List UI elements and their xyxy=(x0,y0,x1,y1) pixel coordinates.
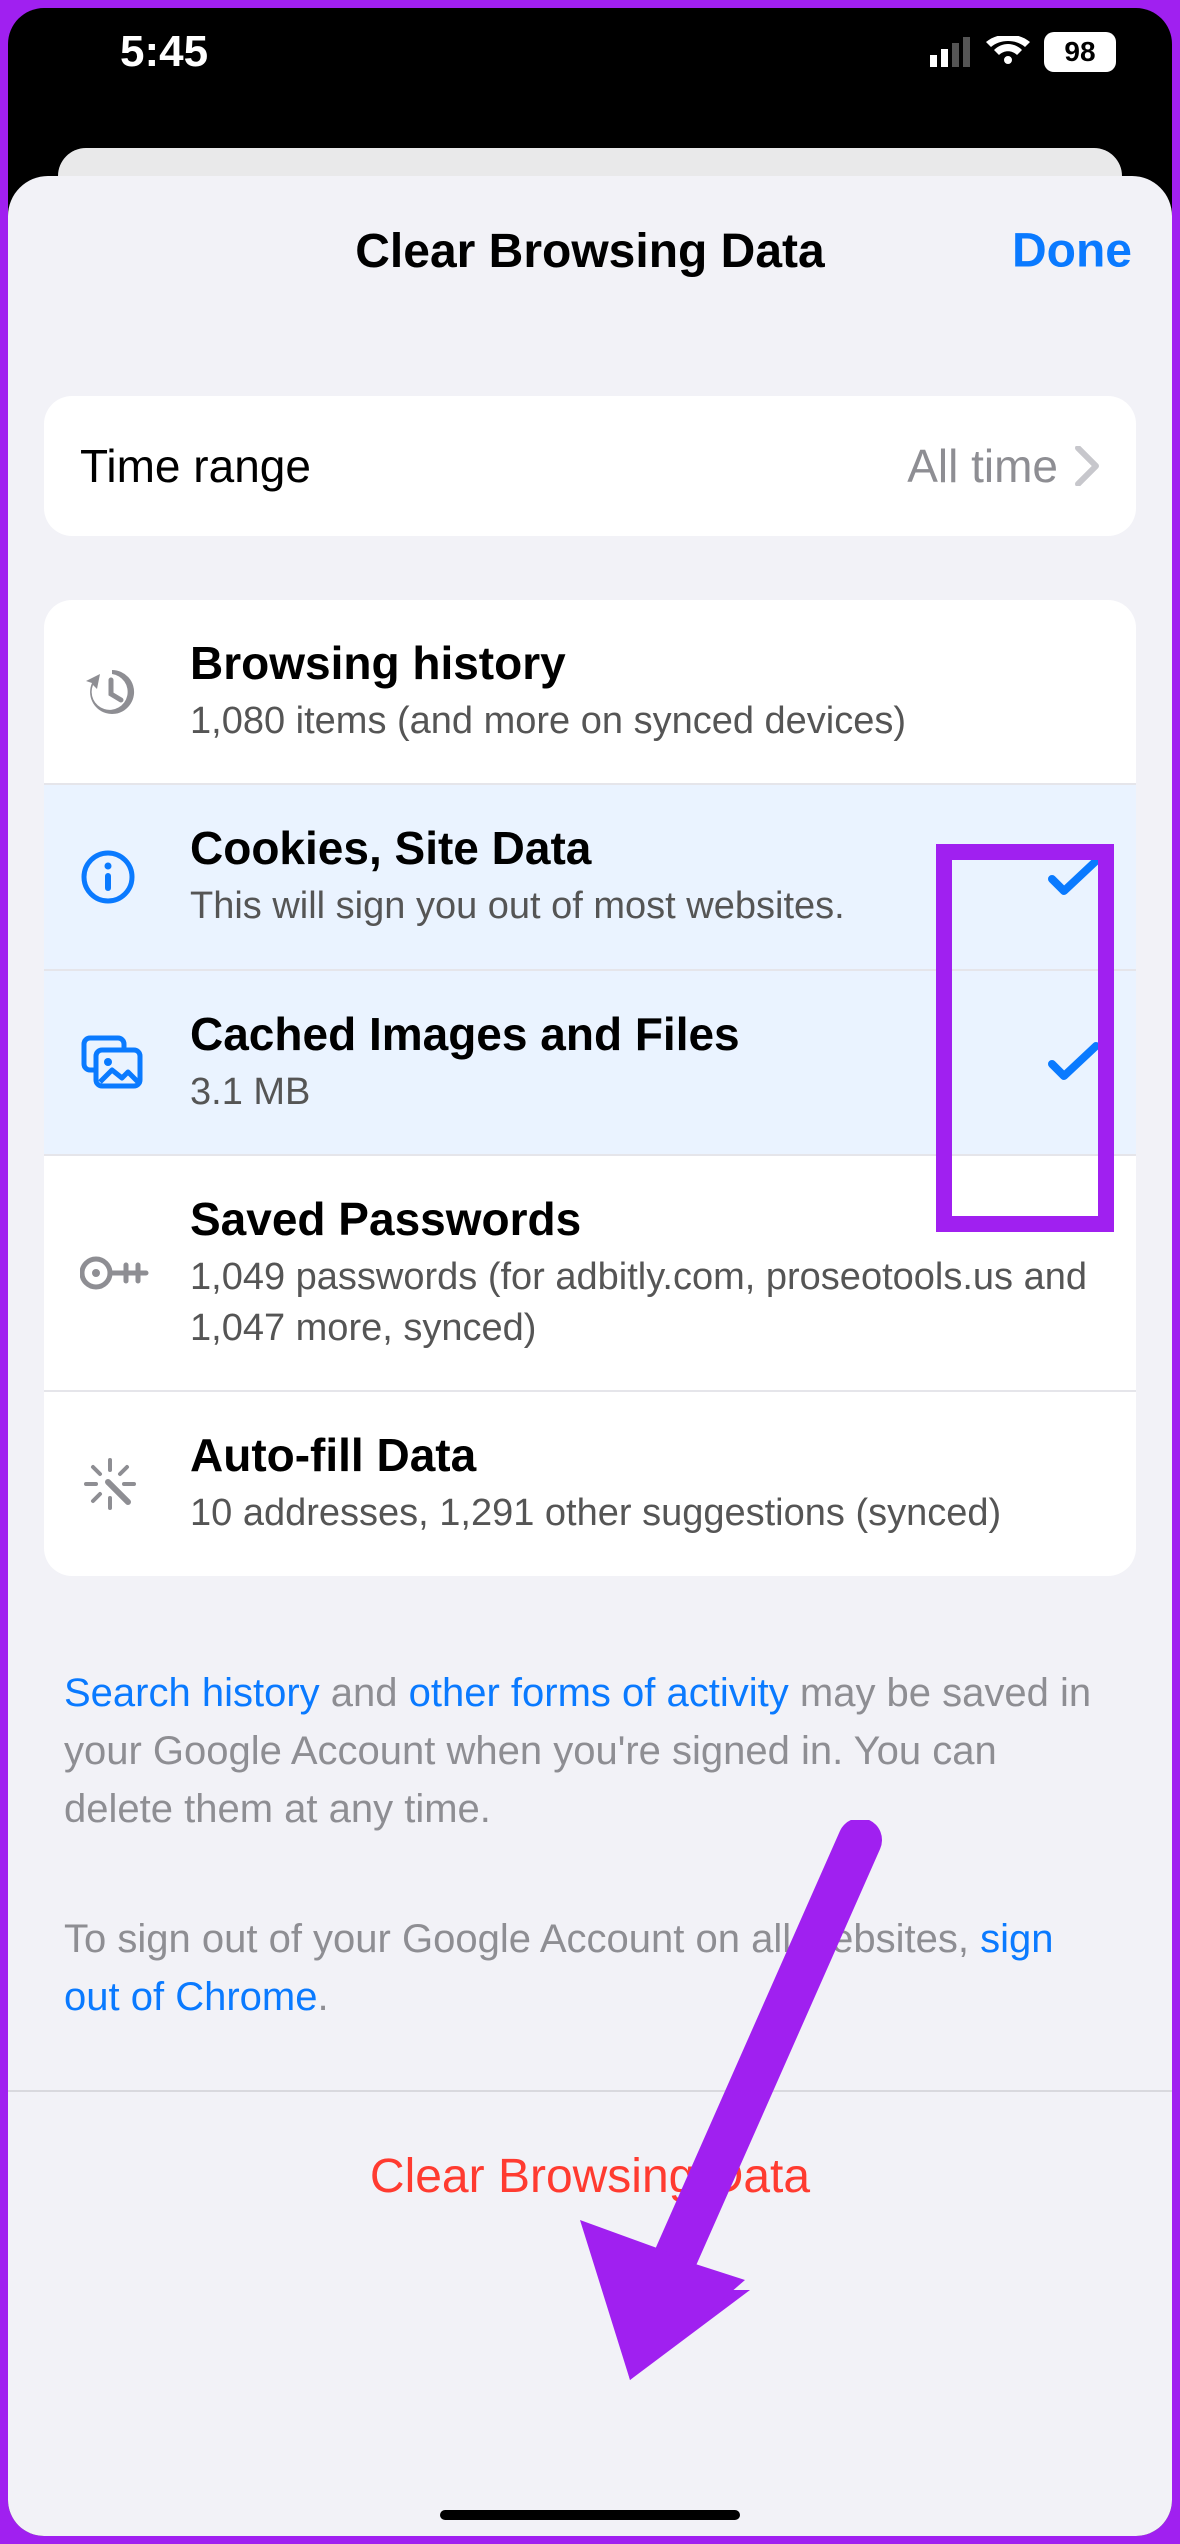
footer-note-2: To sign out of your Google Account on al… xyxy=(8,1910,1172,2026)
cookies-title: Cookies, Site Data xyxy=(190,821,1040,875)
other-activity-link[interactable]: other forms of activity xyxy=(409,1671,789,1715)
done-button[interactable]: Done xyxy=(1012,224,1132,279)
cookies-row[interactable]: Cookies, Site Data This will sign you ou… xyxy=(44,783,1136,968)
page-title: Clear Browsing Data xyxy=(355,224,824,279)
browsing-history-row[interactable]: Browsing history 1,080 items (and more o… xyxy=(44,600,1136,783)
browsing-history-title: Browsing history xyxy=(190,636,1092,690)
browsing-history-sub: 1,080 items (and more on synced devices) xyxy=(190,696,1092,747)
data-types-group: Browsing history 1,080 items (and more o… xyxy=(44,600,1136,1576)
time-range-group: Time range All time xyxy=(44,396,1136,536)
cache-title: Cached Images and Files xyxy=(190,1007,1040,1061)
battery-icon: 98 xyxy=(1044,32,1116,72)
navbar: Clear Browsing Data Done xyxy=(8,176,1172,326)
cellular-icon xyxy=(930,37,972,67)
home-indicator xyxy=(440,2510,740,2520)
passwords-sub: 1,049 passwords (for adbitly.com, proseo… xyxy=(190,1252,1092,1355)
cookies-sub: This will sign you out of most websites. xyxy=(190,881,1040,932)
search-history-link[interactable]: Search history xyxy=(64,1671,320,1715)
checkmark-icon xyxy=(1048,1042,1100,1082)
history-icon xyxy=(80,662,190,722)
time-range-row[interactable]: Time range All time xyxy=(44,396,1136,536)
wifi-icon xyxy=(986,36,1030,68)
status-icons: 98 xyxy=(930,32,1116,72)
autofill-sub: 10 addresses, 1,291 other suggestions (s… xyxy=(190,1488,1092,1539)
footer-note-1: Search history and other forms of activi… xyxy=(8,1664,1172,1838)
time-range-value: All time xyxy=(907,439,1074,493)
wand-icon xyxy=(80,1454,190,1514)
autofill-row[interactable]: Auto-fill Data 10 addresses, 1,291 other… xyxy=(44,1390,1136,1575)
device-frame: 5:45 98 Clear Browsing Data Done Time ra… xyxy=(8,8,1172,2536)
cache-row[interactable]: Cached Images and Files 3.1 MB xyxy=(44,969,1136,1154)
modal-sheet: Clear Browsing Data Done Time range All … xyxy=(8,176,1172,2536)
cache-sub: 3.1 MB xyxy=(190,1067,1040,1118)
images-icon xyxy=(80,1034,190,1090)
info-icon xyxy=(80,849,190,905)
key-icon xyxy=(80,1253,190,1293)
status-time: 5:45 xyxy=(120,27,208,77)
passwords-title: Saved Passwords xyxy=(190,1192,1092,1246)
checkmark-icon xyxy=(1048,857,1100,897)
autofill-title: Auto-fill Data xyxy=(190,1428,1092,1482)
passwords-row[interactable]: Saved Passwords 1,049 passwords (for adb… xyxy=(44,1154,1136,1391)
time-range-label: Time range xyxy=(80,439,311,493)
status-bar: 5:45 98 xyxy=(8,8,1172,96)
chevron-right-icon xyxy=(1074,446,1100,486)
sheet-stack: Clear Browsing Data Done Time range All … xyxy=(8,148,1172,2536)
clear-browsing-data-button[interactable]: Clear Browsing Data xyxy=(8,2092,1172,2262)
